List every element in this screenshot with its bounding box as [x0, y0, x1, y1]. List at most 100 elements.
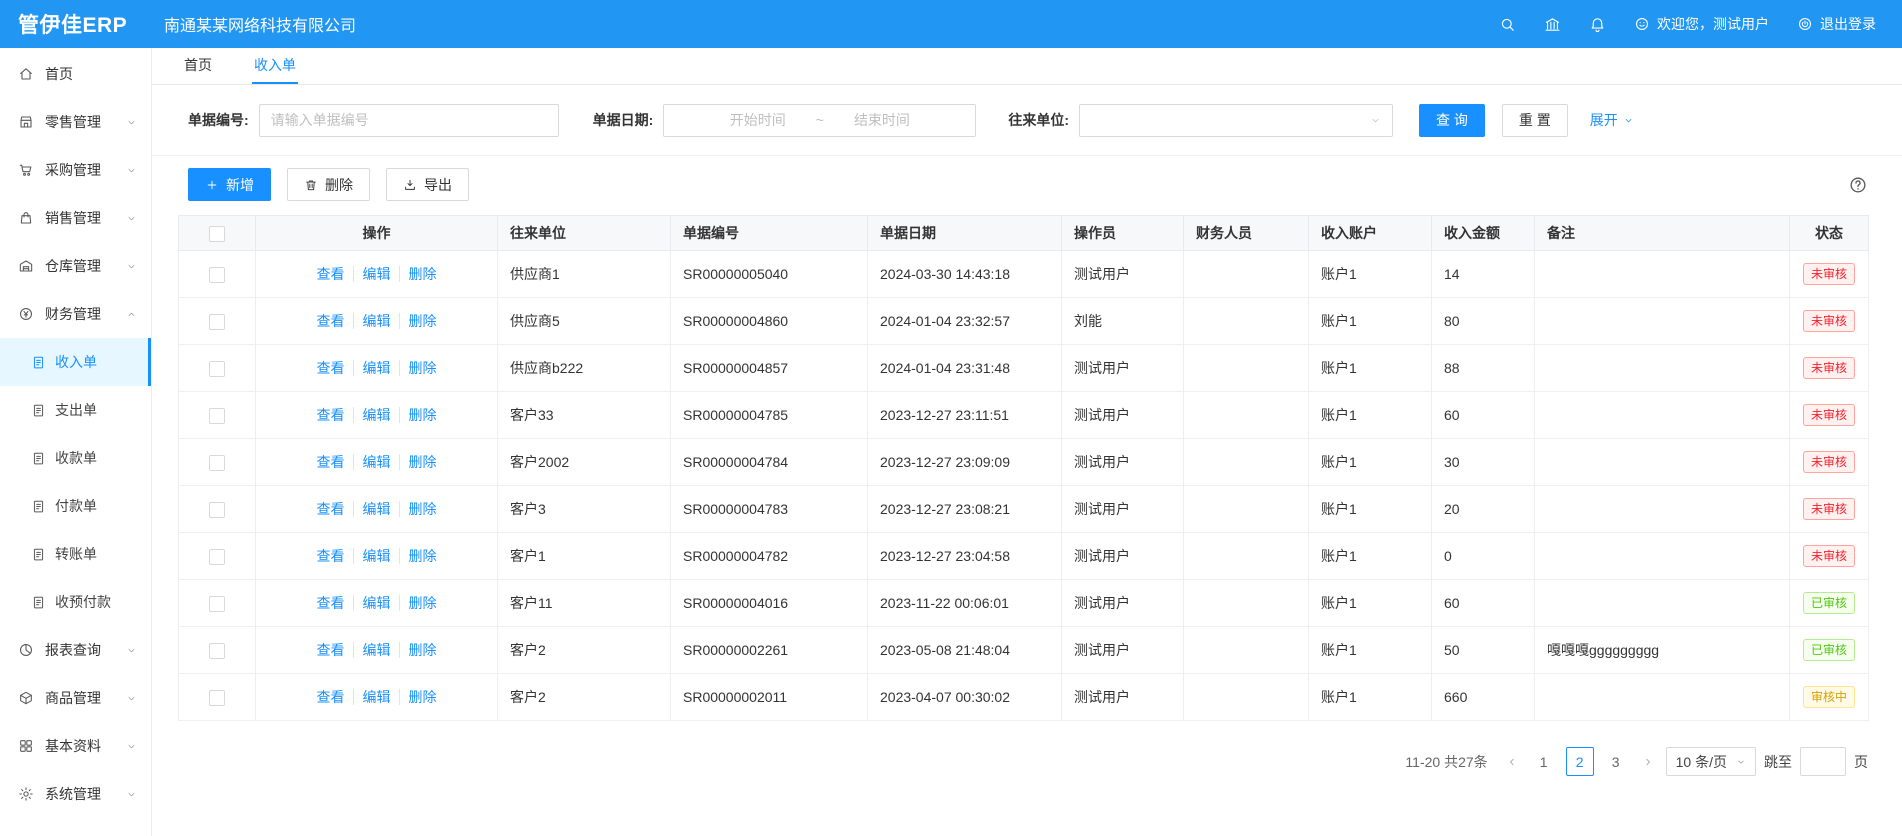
sidebar-item-report[interactable]: 报表查询	[0, 626, 151, 674]
cell-remark	[1535, 392, 1790, 439]
help-icon[interactable]	[1848, 175, 1868, 195]
row-action-view[interactable]: 查看	[317, 548, 345, 564]
sidebar-subitem-transfer-bill[interactable]: 转账单	[0, 530, 151, 578]
row-action-view[interactable]: 查看	[317, 689, 345, 705]
row-action-edit[interactable]: 编辑	[353, 313, 391, 329]
sidebar-subitem-advance-receipt[interactable]: 收预付款	[0, 578, 151, 626]
sidebar-item-purchase[interactable]: 采购管理	[0, 146, 151, 194]
row-action-delete[interactable]: 删除	[399, 642, 437, 658]
page-number-2[interactable]: 2	[1566, 747, 1594, 776]
row-action-delete[interactable]: 删除	[399, 266, 437, 282]
status-badge: 未审核	[1803, 498, 1855, 520]
row-action-edit[interactable]: 编辑	[353, 595, 391, 611]
page-size-select[interactable]: 10 条/页	[1666, 747, 1756, 776]
row-checkbox[interactable]	[209, 596, 225, 612]
row-action-view[interactable]: 查看	[317, 642, 345, 658]
export-button[interactable]: 导出	[386, 168, 469, 201]
delete-button[interactable]: 删除	[287, 168, 370, 201]
row-action-edit[interactable]: 编辑	[353, 548, 391, 564]
row-checkbox[interactable]	[209, 643, 225, 659]
sidebar-subitem-receipt-bill[interactable]: 收款单	[0, 434, 151, 482]
unit-select[interactable]	[1079, 104, 1393, 137]
prev-page-button[interactable]	[1502, 756, 1522, 768]
jump-page-input[interactable]	[1800, 747, 1846, 776]
tab-home[interactable]: 首页	[182, 48, 214, 84]
row-action-view[interactable]: 查看	[317, 266, 345, 282]
row-checkbox[interactable]	[209, 502, 225, 518]
sidebar-item-sales[interactable]: 销售管理	[0, 194, 151, 242]
row-action-edit[interactable]: 编辑	[353, 689, 391, 705]
reset-button[interactable]: 重 置	[1502, 104, 1568, 137]
row-action-view[interactable]: 查看	[317, 407, 345, 423]
sidebar-item-system[interactable]: 系统管理	[0, 770, 151, 818]
plus-icon	[205, 178, 219, 192]
select-all-checkbox[interactable]	[209, 226, 225, 242]
search-icon[interactable]	[1499, 16, 1516, 33]
sidebar-item-warehouse[interactable]: 仓库管理	[0, 242, 151, 290]
sidebar-item-basic[interactable]: 基本资料	[0, 722, 151, 770]
cell-unit: 客户2	[498, 627, 671, 674]
cell-select	[179, 580, 256, 627]
logout-button[interactable]: 退出登录	[1797, 14, 1876, 34]
row-action-view[interactable]: 查看	[317, 360, 345, 376]
row-action-edit[interactable]: 编辑	[353, 266, 391, 282]
home-nav-icon[interactable]	[1544, 16, 1561, 33]
expand-filters-link[interactable]: 展开	[1590, 110, 1634, 130]
status-badge: 已审核	[1803, 592, 1855, 614]
row-action-view[interactable]: 查看	[317, 454, 345, 470]
sidebar-subitem-payment-bill[interactable]: 付款单	[0, 482, 151, 530]
cell-select	[179, 298, 256, 345]
row-checkbox[interactable]	[209, 314, 225, 330]
cell-operator: 测试用户	[1062, 439, 1184, 486]
row-checkbox[interactable]	[209, 408, 225, 424]
row-action-delete[interactable]: 删除	[399, 360, 437, 376]
row-checkbox[interactable]	[209, 549, 225, 565]
row-checkbox[interactable]	[209, 267, 225, 283]
row-action-delete[interactable]: 删除	[399, 548, 437, 564]
cell-status: 未审核	[1790, 486, 1869, 533]
add-button[interactable]: 新增	[188, 168, 271, 201]
row-action-delete[interactable]: 删除	[399, 501, 437, 517]
sidebar-item-finance[interactable]: 财务管理	[0, 290, 151, 338]
sidebar-subitem-label: 支出单	[55, 400, 97, 420]
row-action-view[interactable]: 查看	[317, 501, 345, 517]
date-range-picker[interactable]: 开始时间 ~ 结束时间	[663, 104, 976, 137]
row-action-edit[interactable]: 编辑	[353, 407, 391, 423]
tab-income-bill[interactable]: 收入单	[252, 48, 298, 84]
welcome-user[interactable]: 欢迎您，测试用户	[1634, 14, 1769, 34]
sidebar-subitem-expense-bill[interactable]: 支出单	[0, 386, 151, 434]
row-action-edit[interactable]: 编辑	[353, 501, 391, 517]
row-checkbox[interactable]	[209, 361, 225, 377]
cell-select	[179, 251, 256, 298]
row-action-delete[interactable]: 删除	[399, 407, 437, 423]
cell-amount: 60	[1432, 392, 1535, 439]
status-badge: 未审核	[1803, 545, 1855, 567]
cell-operator: 测试用户	[1062, 486, 1184, 533]
sidebar-item-goods[interactable]: 商品管理	[0, 674, 151, 722]
row-checkbox[interactable]	[209, 690, 225, 706]
sidebar-item-label: 商品管理	[45, 688, 126, 708]
row-action-delete[interactable]: 删除	[399, 595, 437, 611]
cell-account: 账户1	[1309, 533, 1432, 580]
row-action-view[interactable]: 查看	[317, 313, 345, 329]
row-action-delete[interactable]: 删除	[399, 454, 437, 470]
row-checkbox[interactable]	[209, 455, 225, 471]
row-action-view[interactable]: 查看	[317, 595, 345, 611]
page-number-3[interactable]: 3	[1602, 747, 1630, 776]
row-action-delete[interactable]: 删除	[399, 689, 437, 705]
notification-bell-icon[interactable]	[1589, 16, 1606, 33]
sidebar-item-retail[interactable]: 零售管理	[0, 98, 151, 146]
export-button-label: 导出	[424, 175, 452, 195]
row-action-edit[interactable]: 编辑	[353, 360, 391, 376]
sidebar-item-home[interactable]: 首页	[0, 50, 151, 98]
cell-date: 2024-03-30 14:43:18	[868, 251, 1062, 298]
row-action-delete[interactable]: 删除	[399, 313, 437, 329]
page-number-1[interactable]: 1	[1530, 747, 1558, 776]
search-button[interactable]: 查 询	[1419, 104, 1485, 137]
next-page-button[interactable]	[1638, 756, 1658, 768]
row-action-edit[interactable]: 编辑	[353, 642, 391, 658]
bill-no-input[interactable]	[259, 104, 559, 137]
sidebar-subitem-income-bill[interactable]: 收入单	[0, 338, 151, 386]
row-action-edit[interactable]: 编辑	[353, 454, 391, 470]
column-header: 单据日期	[868, 216, 1062, 251]
